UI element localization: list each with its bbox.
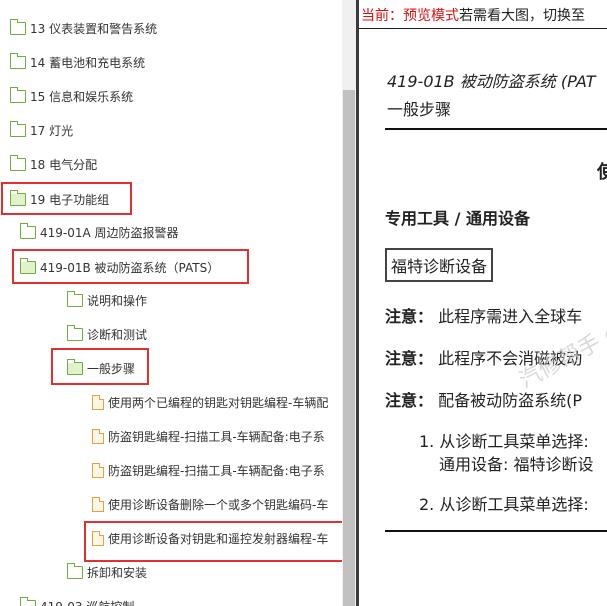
folder-icon [67,324,83,341]
tree-item-removal-installation[interactable]: 拆卸和安装 [67,560,147,584]
navigation-tree: 13 仪表装置和警告系统 14 蓄电池和充电系统 15 信息和娱乐系统 17 灯… [0,0,342,606]
step-1-continuation: 通用设备: 福特诊断设 [439,455,594,474]
tree-doc-item[interactable]: 防盗钥匙编程-扫描工具-车辆配备:电子系 [92,424,325,448]
tree-item-description[interactable]: 说明和操作 [67,288,147,312]
tree-item-15[interactable]: 15 信息和娱乐系统 [10,84,133,108]
title-rule [385,128,607,130]
document-subtitle: 一般步骤 [387,100,452,119]
document-icon [92,496,104,512]
tree-doc-item[interactable]: 防盗钥匙编程-扫描工具-车辆配备:电子系 [92,458,325,482]
preview-mode-banner: 当前：预览模式若需看大图，切换至 [361,8,585,24]
highlight-box [51,348,149,385]
note-3: 注意： 配备被动防盗系统(P [385,391,583,410]
folder-icon [10,120,26,137]
folder-icon [20,222,36,239]
highlight-box [1,182,132,215]
note-1: 注意： 此程序需进入全球车 [385,307,583,326]
document-title: 419-01B 被动防盗系统 (PAT [387,72,596,91]
tree-item-18[interactable]: 18 电气分配 [10,152,97,176]
banner-divider [359,28,607,29]
tool-label-box: 福特诊断设备 [385,248,494,282]
folder-icon [10,154,26,171]
document-preview: 当前：预览模式若需看大图，切换至 419-01B 被动防盗系统 (PAT 一般步… [359,0,607,606]
tree-item-diagnosis[interactable]: 诊断和测试 [67,322,147,346]
document-icon [92,394,104,410]
document-icon [92,428,104,444]
document-icon [92,462,104,478]
tree-item-419-01a[interactable]: 419-01A 周边防盗报警器 [20,220,179,244]
folder-icon [10,18,26,35]
bottom-rule [385,530,607,532]
folder-icon [10,52,26,69]
folder-icon [20,596,36,606]
folder-icon [10,86,26,103]
highlight-box [84,521,342,562]
tree-item-14[interactable]: 14 蓄电池和充电系统 [10,50,145,74]
step-1: 1. 从诊断工具菜单选择: [419,432,589,451]
scrollbar-thumb[interactable] [343,90,355,606]
watermark: 汽修帮手 car-s300 [515,282,607,394]
tree-doc-item[interactable]: 使用两个已编程的钥匙对钥匙编程-车辆配 [92,390,328,414]
highlight-box [12,249,249,284]
tree-doc-item[interactable]: 使用诊断设备删除一个或多个钥匙编码-车 [92,492,328,516]
folder-icon [67,562,83,579]
tree-item-13[interactable]: 13 仪表装置和警告系统 [10,16,157,40]
tools-heading: 专用工具 / 通用设备 [385,209,530,228]
step-2: 2. 从诊断工具菜单选择: [419,495,589,514]
tree-item-419-03[interactable]: 419-03 巡航控制 [20,594,134,606]
tree-item-17[interactable]: 17 灯光 [10,118,73,142]
folder-icon [67,290,83,307]
section-heading: 使 [597,162,607,183]
